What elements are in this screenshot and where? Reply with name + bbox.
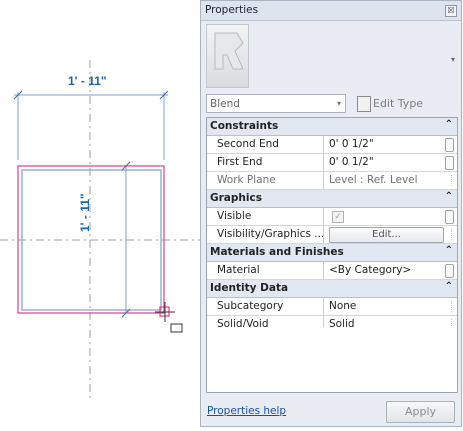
collapse-chevron-icon[interactable]: ⌃ — [445, 119, 453, 130]
property-value[interactable]: 0' 0 1/2" — [325, 154, 441, 171]
associate-parameter-icon[interactable] — [445, 210, 454, 224]
group-constraints[interactable]: Constraints ⌃ — [207, 118, 457, 136]
visibility-edit-button[interactable]: Edit... — [329, 227, 444, 243]
apply-button[interactable]: Apply — [386, 401, 455, 423]
property-name: Visible — [207, 208, 324, 225]
group-label: Graphics — [210, 192, 262, 204]
property-value: Level : Ref. Level — [329, 174, 418, 186]
row-separator — [451, 301, 452, 312]
properties-grid-empty-area — [206, 327, 458, 393]
group-materials[interactable]: Materials and Finishes ⌃ — [207, 244, 457, 262]
property-name: Visibility/Graphics ... — [207, 226, 324, 243]
property-value[interactable]: None — [325, 298, 441, 315]
properties-palette: Properties ☒ ▾ Blend ▾ Edit Type Constra… — [200, 0, 462, 427]
type-selector-value: Blend — [210, 98, 240, 110]
property-name: Subcategory — [207, 298, 324, 315]
property-name: Material — [207, 262, 324, 279]
chevron-down-icon: ▾ — [336, 99, 341, 108]
group-label: Constraints — [210, 120, 279, 132]
edit-type-icon — [357, 96, 371, 112]
canvas-svg — [0, 60, 200, 400]
visible-checkbox[interactable]: ✓ — [332, 211, 344, 223]
property-row-material[interactable]: Material <By Category> — [207, 262, 457, 280]
property-row-second-end[interactable]: Second End 0' 0 1/2" — [207, 136, 457, 154]
property-row-visibility-graphics[interactable]: Visibility/Graphics ... Edit... — [207, 226, 457, 244]
drawing-canvas[interactable]: 1' - 11" 1' - 11" — [0, 0, 200, 428]
group-identity-data[interactable]: Identity Data ⌃ — [207, 280, 457, 298]
edit-type-button[interactable]: Edit Type — [373, 97, 423, 110]
revit-family-icon — [214, 32, 244, 70]
group-graphics[interactable]: Graphics ⌃ — [207, 190, 457, 208]
property-row-subcategory[interactable]: Subcategory None — [207, 298, 457, 316]
collapse-chevron-icon[interactable]: ⌃ — [445, 281, 453, 292]
group-label: Materials and Finishes — [210, 246, 344, 258]
property-name: Work Plane — [207, 172, 324, 189]
collapse-chevron-icon[interactable]: ⌃ — [445, 245, 453, 256]
property-row-first-end[interactable]: First End 0' 0 1/2" — [207, 154, 457, 172]
property-row-visible[interactable]: Visible ✓ — [207, 208, 457, 226]
type-selector[interactable]: Blend ▾ — [206, 94, 346, 113]
property-row-work-plane: Work Plane Level : Ref. Level — [207, 172, 457, 190]
palette-titlebar[interactable]: Properties ☒ — [201, 1, 461, 21]
palette-title: Properties — [205, 4, 259, 16]
row-separator — [451, 229, 452, 240]
properties-grid: Constraints ⌃ Second End 0' 0 1/2" First… — [206, 117, 458, 334]
dim-value-horizontal[interactable]: 1' - 11" — [68, 74, 107, 88]
preview-dropdown-icon[interactable]: ▾ — [451, 55, 455, 64]
associate-parameter-icon[interactable] — [445, 156, 454, 170]
property-value[interactable]: <By Category> — [325, 262, 441, 279]
cursor-badge-icon — [170, 323, 183, 333]
properties-help-link[interactable]: Properties help — [207, 405, 286, 417]
type-preview-thumbnail — [206, 24, 249, 88]
group-label: Identity Data — [210, 282, 289, 294]
property-name: Second End — [207, 136, 324, 153]
property-name: First End — [207, 154, 324, 171]
row-separator — [451, 175, 452, 186]
property-value[interactable]: 0' 0 1/2" — [325, 136, 441, 153]
collapse-chevron-icon[interactable]: ⌃ — [445, 191, 453, 202]
close-icon[interactable]: ☒ — [445, 5, 457, 17]
associate-parameter-icon[interactable] — [445, 264, 454, 278]
associate-parameter-icon[interactable] — [445, 138, 454, 152]
dim-value-vertical[interactable]: 1' - 11" — [78, 193, 92, 232]
